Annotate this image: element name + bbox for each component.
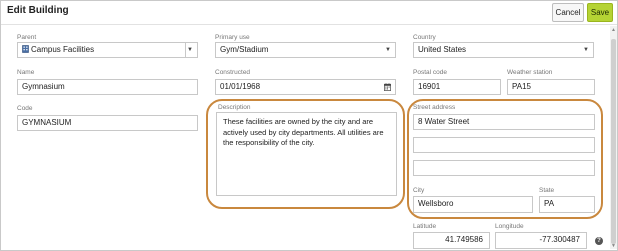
- primary-use-select[interactable]: Gym/Stadium ▼: [215, 42, 396, 58]
- dialog-title: Edit Building: [7, 5, 69, 16]
- scroll-down-icon[interactable]: ▼: [611, 243, 616, 249]
- scrollbar-thumb[interactable]: [611, 39, 616, 244]
- constructed-date-input[interactable]: 01/01/1968: [215, 79, 396, 95]
- constructed-label: Constructed: [215, 69, 251, 76]
- chevron-down-icon[interactable]: ▼: [187, 43, 193, 57]
- code-input[interactable]: GYMNASIUM: [17, 115, 198, 131]
- postal-code-label: Postal code: [413, 69, 447, 76]
- parent-value: Campus Facilities: [31, 45, 95, 54]
- country-select[interactable]: United States ▼: [413, 42, 594, 58]
- edit-building-dialog: Edit Building Cancel Save Parent Campus …: [0, 0, 618, 251]
- code-label: Code: [17, 105, 33, 112]
- parent-label: Parent: [17, 34, 37, 41]
- latitude-input[interactable]: 41.749586: [413, 232, 490, 249]
- select-divider: [185, 43, 186, 57]
- chevron-down-icon[interactable]: ▼: [583, 43, 589, 57]
- name-label: Name: [17, 69, 35, 76]
- longitude-input[interactable]: -77.300487: [495, 232, 587, 249]
- scroll-up-icon[interactable]: ▲: [611, 27, 616, 33]
- cancel-button[interactable]: Cancel: [552, 3, 584, 22]
- calendar-icon[interactable]: [384, 83, 391, 91]
- latitude-label: Latitude: [413, 223, 437, 230]
- building-icon: [22, 45, 29, 53]
- help-icon[interactable]: ?: [595, 237, 603, 245]
- name-input[interactable]: Gymnasium: [17, 79, 198, 95]
- parent-select[interactable]: Campus Facilities ▼: [17, 42, 198, 58]
- weather-station-input[interactable]: PA15: [507, 79, 595, 95]
- header-divider: [1, 24, 617, 25]
- weather-station-label: Weather station: [507, 69, 553, 76]
- country-value: United States: [418, 45, 467, 54]
- country-label: Country: [413, 34, 436, 41]
- chevron-down-icon[interactable]: ▼: [385, 43, 391, 57]
- primary-use-label: Primary use: [215, 34, 250, 41]
- description-highlight-outline: [206, 99, 405, 209]
- postal-code-input[interactable]: 16901: [413, 79, 501, 95]
- constructed-value: 01/01/1968: [220, 82, 261, 91]
- longitude-label: Longitude: [495, 223, 524, 230]
- address-highlight-outline: [407, 99, 603, 219]
- primary-use-value: Gym/Stadium: [220, 45, 269, 54]
- save-button[interactable]: Save: [587, 3, 613, 22]
